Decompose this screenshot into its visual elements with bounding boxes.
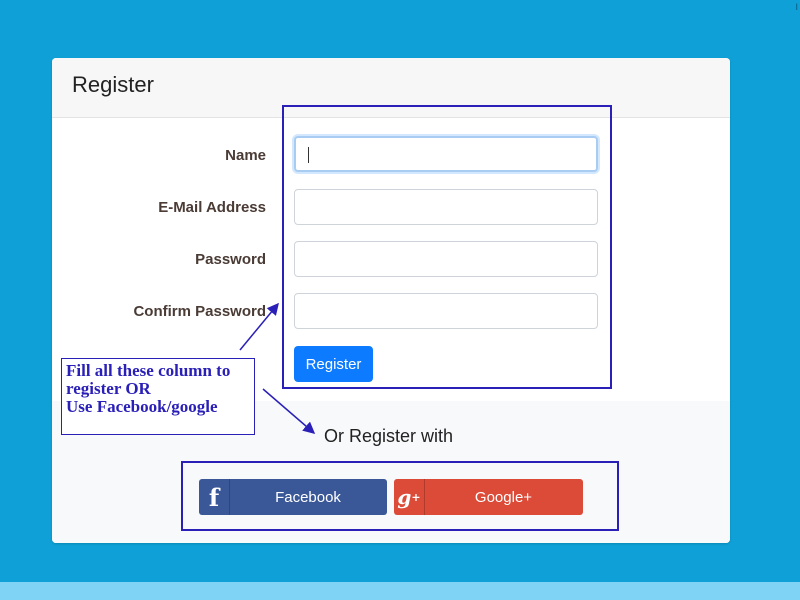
arrow-to-social — [262, 388, 316, 434]
annotation-line: Fill all these column to — [66, 361, 231, 380]
annotation-line: register OR — [66, 379, 151, 398]
annotation-note: Fill all these column to register OR Use… — [61, 358, 255, 435]
annotation-line: Use Facebook/google — [66, 397, 218, 416]
arrow-to-form — [239, 302, 279, 351]
annotation-arrows — [239, 302, 316, 434]
